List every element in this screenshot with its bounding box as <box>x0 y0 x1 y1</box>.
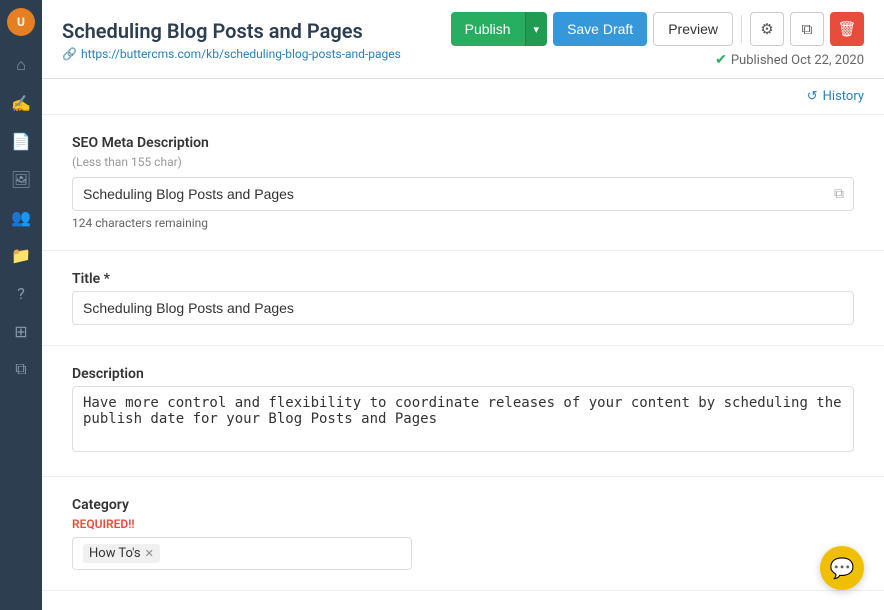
preview-button[interactable]: Preview <box>653 12 733 46</box>
page-header: Scheduling Blog Posts and Pages 🔗 https:… <box>42 0 884 79</box>
page-url: 🔗 https://buttercms.com/kb/scheduling-bl… <box>62 47 401 61</box>
pages-icon: 📄 <box>11 132 31 151</box>
history-icon: ↺ <box>807 89 818 104</box>
title-section: Title * <box>42 251 884 346</box>
header-actions: Publish ▾ Save Draft Preview ⚙ ⧉ 🗑 <box>451 12 864 46</box>
publish-button[interactable]: Publish <box>451 12 525 46</box>
description-section: Description Have more control and flexib… <box>42 346 884 477</box>
category-label: Category <box>72 497 854 513</box>
seo-hint: (Less than 155 char) <box>72 155 854 169</box>
sidebar: U ⌂ ✍ 📄 🖼 👥 📁 ? ⊞ ⧉ <box>0 0 42 610</box>
media-icon: 🖼 <box>11 170 31 189</box>
published-date: Published Oct 22, 2020 <box>731 53 864 68</box>
history-link[interactable]: ↺ History <box>807 89 864 104</box>
category-tag: How To's ✕ <box>83 544 160 563</box>
history-label: History <box>823 89 864 104</box>
title-input[interactable] <box>72 291 854 325</box>
copy-button[interactable]: ⧉ <box>790 12 824 46</box>
content-panel: ↺ History SEO Meta Description (Less tha… <box>42 79 884 610</box>
published-section: Published * <box>42 591 884 610</box>
chat-icon: 💬 <box>830 556 855 580</box>
actions-divider <box>741 15 742 43</box>
seo-input[interactable] <box>72 177 854 211</box>
seo-section: SEO Meta Description (Less than 155 char… <box>42 115 884 251</box>
category-tag-remove[interactable]: ✕ <box>145 547 154 560</box>
sidebar-item-help[interactable]: ? <box>4 276 38 310</box>
seo-label: SEO Meta Description <box>72 135 854 151</box>
help-icon: ? <box>17 284 25 303</box>
user-avatar[interactable]: U <box>7 8 35 36</box>
sidebar-item-pages[interactable]: 📄 <box>4 124 38 158</box>
chevron-down-icon: ▾ <box>534 24 540 36</box>
seo-copy-icon: ⧉ <box>834 186 844 202</box>
sidebar-item-grid[interactable]: ⊞ <box>4 314 38 348</box>
grid-icon: ⊞ <box>14 322 27 341</box>
publish-dropdown-button[interactable]: ▾ <box>525 12 548 46</box>
published-check-icon: ✔ <box>715 52 727 68</box>
category-required: REQUIRED!! <box>72 517 854 531</box>
description-input[interactable]: Have more control and flexibility to coo… <box>72 386 854 452</box>
title-label: Title * <box>72 271 854 287</box>
sidebar-item-people[interactable]: 👥 <box>4 200 38 234</box>
sidebar-item-media[interactable]: 🖼 <box>4 162 38 196</box>
category-tag-label: How To's <box>89 546 141 561</box>
sidebar-item-collections[interactable]: 📁 <box>4 238 38 272</box>
gear-icon: ⚙ <box>760 20 773 38</box>
page-title-area: Scheduling Blog Posts and Pages 🔗 https:… <box>62 19 401 61</box>
save-draft-button[interactable]: Save Draft <box>553 12 647 46</box>
publish-button-group: Publish ▾ <box>451 12 547 46</box>
page-title: Scheduling Blog Posts and Pages <box>62 19 401 43</box>
trash-icon: 🗑 <box>837 20 856 38</box>
header-right-col: Publish ▾ Save Draft Preview ⚙ ⧉ 🗑 <box>451 12 864 68</box>
seo-chars-remaining: 124 characters remaining <box>72 216 854 230</box>
collections-icon: 📁 <box>11 246 31 265</box>
description-label: Description <box>72 366 854 382</box>
page-url-link[interactable]: https://buttercms.com/kb/scheduling-blog… <box>81 47 401 61</box>
sidebar-item-blog[interactable]: ✍ <box>4 86 38 120</box>
category-select[interactable]: How To's ✕ <box>72 537 412 570</box>
settings-button[interactable]: ⚙ <box>750 12 784 46</box>
layers-icon: ⧉ <box>15 359 26 379</box>
home-icon: ⌂ <box>16 55 26 75</box>
delete-button[interactable]: 🗑 <box>830 12 864 46</box>
sidebar-item-layers[interactable]: ⧉ <box>4 352 38 386</box>
history-bar: ↺ History <box>42 79 884 115</box>
copy-icon: ⧉ <box>802 20 813 38</box>
category-section: Category REQUIRED!! How To's ✕ <box>42 477 884 591</box>
published-status: ✔ Published Oct 22, 2020 <box>715 52 864 68</box>
sidebar-item-home[interactable]: ⌂ <box>4 48 38 82</box>
main-content: Scheduling Blog Posts and Pages 🔗 https:… <box>42 0 884 610</box>
people-icon: 👥 <box>11 208 31 227</box>
blog-icon: ✍ <box>11 94 31 113</box>
chat-bubble[interactable]: 💬 <box>820 546 864 590</box>
link-icon: 🔗 <box>62 47 77 61</box>
seo-input-wrap: ⧉ <box>72 177 854 211</box>
